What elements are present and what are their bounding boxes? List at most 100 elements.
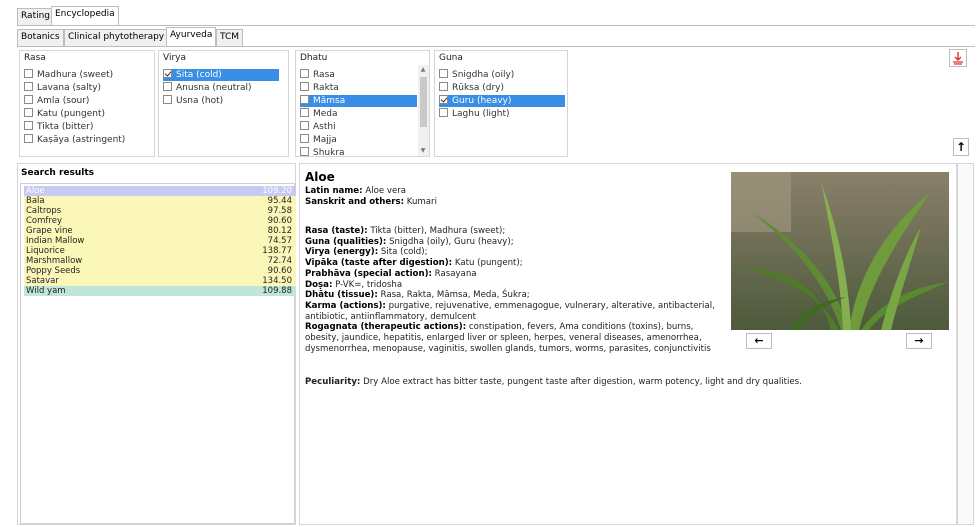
result-row[interactable]: Comfrey 90.60 xyxy=(24,216,296,226)
tab-botanics[interactable]: Botanics xyxy=(17,29,64,46)
checkbox-label: Katu (pungent) xyxy=(37,109,105,119)
rasa-item-kasaya[interactable]: Kaṣāya (astringent) xyxy=(24,134,125,146)
checkbox[interactable] xyxy=(163,95,172,104)
dhatu-item-asthi[interactable]: Asthi xyxy=(300,121,336,133)
checkbox[interactable] xyxy=(300,69,309,78)
prabhava-value: Rasayana xyxy=(434,268,477,279)
rasa-label: Rasa (taste): xyxy=(305,226,368,236)
result-row[interactable]: Grape vine 80.12 xyxy=(24,226,296,236)
result-value: 72.74 xyxy=(267,256,292,266)
rogagnata-label: Rogagnata (therapeutic actions): xyxy=(305,322,467,333)
virya-item-anusna[interactable]: Anusna (neutral) xyxy=(163,82,252,94)
checkbox-label: Snigdha (oily) xyxy=(452,70,515,80)
checkbox[interactable] xyxy=(24,108,33,117)
result-value: 95.44 xyxy=(267,196,292,206)
checkbox[interactable] xyxy=(439,95,448,104)
checkbox[interactable] xyxy=(24,121,33,130)
next-image-button[interactable]: → xyxy=(906,333,932,349)
virya-item-usna[interactable]: Usna (hot) xyxy=(163,95,223,107)
scroll-up-arrow-icon[interactable]: ▲ xyxy=(418,65,428,75)
prev-image-button[interactable]: ← xyxy=(746,333,772,349)
checkbox[interactable] xyxy=(24,95,33,104)
guna-item-laghu[interactable]: Laghu (light) xyxy=(439,108,509,120)
checkbox[interactable] xyxy=(300,82,309,91)
virya-label: Virya (energy): xyxy=(305,247,379,258)
virya-value: Sita (cold); xyxy=(380,247,428,258)
result-row[interactable]: Liquorice 138.77 xyxy=(24,246,296,256)
result-name: Comfrey xyxy=(26,216,62,226)
rasa-value: Tikta (bitter), Madhura (sweet); xyxy=(370,226,506,236)
dhatu-label: Dhātu (tissue): xyxy=(305,290,378,301)
checkbox[interactable] xyxy=(163,82,172,91)
guna-title: Guna xyxy=(439,53,463,63)
search-results-title: Search results xyxy=(21,168,95,178)
latin-label: Latin name: xyxy=(305,186,363,196)
result-name: Aloe xyxy=(26,186,45,196)
tab-encyclopedia[interactable]: Encyclopedia xyxy=(51,6,119,25)
results-list[interactable]: Aloe 109.20 Bala 95.44 Caltrops 97.58 Comfr… xyxy=(20,183,296,524)
peculiarity-label: Peculiarity: xyxy=(305,377,361,387)
aloe-plant-image xyxy=(731,172,949,330)
dhatu-item-mamsa[interactable]: Māmsa xyxy=(300,95,417,107)
tab-ayurveda[interactable]: Ayurveda xyxy=(166,27,217,46)
plant-identity: Latin name: Aloe vera Sanskrit and other… xyxy=(305,186,730,207)
rasa-item-tikta[interactable]: Tikta (bitter) xyxy=(24,121,93,133)
result-row[interactable]: Satavar 134.50 xyxy=(24,276,296,286)
dhatu-scrollbar[interactable]: ▲ ▼ xyxy=(418,65,429,156)
guna-item-guru[interactable]: Guru (heavy) xyxy=(439,95,565,107)
checkbox[interactable] xyxy=(439,69,448,78)
checkbox[interactable] xyxy=(439,82,448,91)
dhatu-group: Dhatu Rasa Rakta Māmsa Meda Asthi Majja … xyxy=(295,50,430,157)
result-value: 97.58 xyxy=(267,206,292,216)
karma-label: Karma (actions): xyxy=(305,300,386,311)
tab-tcm[interactable]: TCM xyxy=(216,29,244,46)
arrow-up-icon: ↑ xyxy=(955,140,967,154)
result-row[interactable]: Poppy Seeds 90.60 xyxy=(24,266,296,276)
dosa-label: Doṣa: xyxy=(305,279,333,290)
result-row[interactable]: Marshmallow 72.74 xyxy=(24,256,296,266)
rasa-item-katu[interactable]: Katu (pungent) xyxy=(24,108,105,120)
result-name: Bala xyxy=(26,196,45,206)
pdf-button[interactable] xyxy=(949,49,967,67)
guna-item-ruksa[interactable]: Rūksa (dry) xyxy=(439,82,504,94)
rasa-item-lavana[interactable]: Lavana (salty) xyxy=(24,82,101,94)
checkbox[interactable] xyxy=(300,108,309,117)
scrollbar-thumb[interactable] xyxy=(420,77,427,127)
result-row[interactable]: Bala 95.44 xyxy=(24,196,296,206)
result-row[interactable]: Indian Mallow 74.57 xyxy=(24,236,296,246)
tab-rating[interactable]: Rating xyxy=(17,8,55,25)
sub-tab-divider xyxy=(17,46,975,47)
dhatu-item-rasa[interactable]: Rasa xyxy=(300,69,335,81)
checkbox[interactable] xyxy=(439,108,448,117)
dhatu-item-rakta[interactable]: Rakta xyxy=(300,82,339,94)
detail-scrollbar[interactable] xyxy=(957,163,974,525)
tab-clinical-phytotherapy[interactable]: Clinical phytotherapy xyxy=(64,29,169,46)
checkbox[interactable] xyxy=(300,147,309,156)
guna-item-snigdha[interactable]: Snigdha (oily) xyxy=(439,69,514,81)
rasa-item-amla[interactable]: Amla (sour) xyxy=(24,95,89,107)
checkbox[interactable] xyxy=(163,69,172,78)
checkbox[interactable] xyxy=(24,69,33,78)
result-row[interactable]: Aloe 109.20 xyxy=(24,186,296,196)
dhatu-item-shukra[interactable]: Shukra xyxy=(300,147,345,156)
peculiarity-line: Peculiarity: Dry Aloe extract has bitter… xyxy=(305,377,950,388)
result-value: 90.60 xyxy=(267,216,292,226)
vipaka-label: Vipāka (taste after digestion): xyxy=(305,258,453,269)
checkbox[interactable] xyxy=(300,121,309,130)
dhatu-item-majja[interactable]: Majja xyxy=(300,134,337,146)
scroll-down-arrow-icon[interactable]: ▼ xyxy=(418,146,428,156)
checkbox[interactable] xyxy=(24,82,33,91)
sanskrit-label: Sanskrit and others: xyxy=(305,196,405,207)
checkbox[interactable] xyxy=(24,134,33,143)
dhatu-item-meda[interactable]: Meda xyxy=(300,108,338,120)
result-row[interactable]: Wild yam 109.88 xyxy=(24,286,296,296)
result-row[interactable]: Caltrops 97.58 xyxy=(24,206,296,216)
checkbox-label: Laghu (light) xyxy=(452,109,510,119)
checkbox[interactable] xyxy=(300,95,309,104)
checkbox-label: Rakta xyxy=(313,83,339,93)
rasa-item-madhura[interactable]: Madhura (sweet) xyxy=(24,69,113,81)
checkbox[interactable] xyxy=(300,134,309,143)
scroll-top-button[interactable]: ↑ xyxy=(953,138,969,156)
result-value: 109.88 xyxy=(262,286,292,296)
virya-item-sita[interactable]: Sita (cold) xyxy=(163,69,279,81)
